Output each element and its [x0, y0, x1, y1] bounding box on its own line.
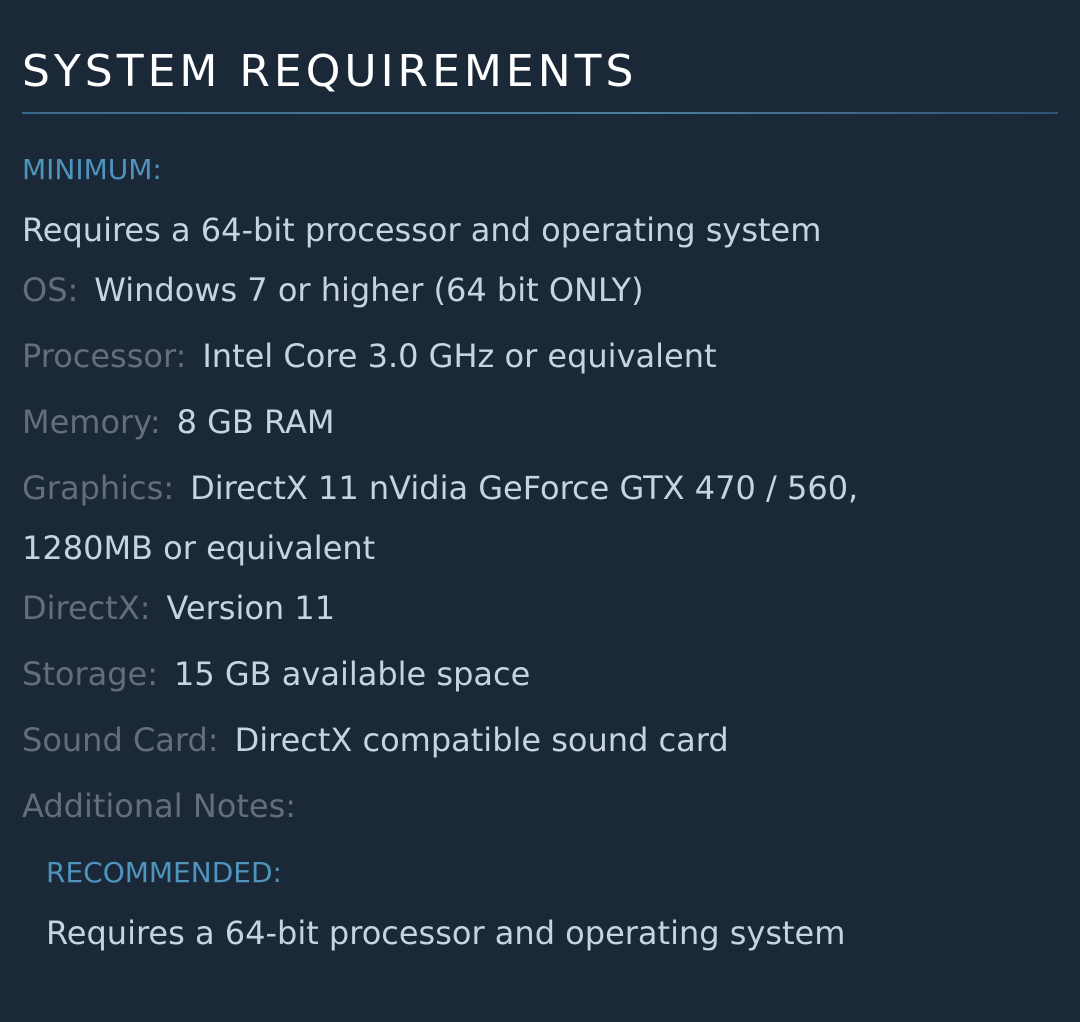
spec-row-os: OS: Windows 7 or higher (64 bit ONLY) [22, 268, 644, 312]
system-requirements-panel: SYSTEM REQUIREMENTS MINIMUM: Requires a … [0, 0, 1080, 1022]
spec-label-memory: Memory: [22, 403, 161, 441]
spec-label-graphics: Graphics: [22, 469, 175, 507]
spec-value-os: Windows 7 or higher (64 bit ONLY) [94, 271, 644, 309]
spec-label-sound-card: Sound Card: [22, 721, 219, 759]
spec-value-storage: 15 GB available space [173, 655, 531, 693]
spec-row-processor: Processor: Intel Core 3.0 GHz or equivale… [22, 334, 717, 378]
spec-label-storage: Storage: [22, 655, 158, 693]
spec-value-graphics-continued: 1280MB or equivalent [22, 529, 376, 567]
spec-row-storage: Storage: 15 GB available space [22, 652, 530, 696]
spec-value-memory: 8 GB RAM [176, 403, 335, 441]
spec-value-graphics: DirectX 11 nVidia GeForce GTX 470 / 560, [190, 469, 859, 507]
minimum-requirement-note: Requires a 64-bit processor and operatin… [22, 211, 822, 249]
spec-label-os: OS: [22, 271, 79, 309]
spec-value-directx: Version 11 [166, 589, 336, 627]
spec-label-additional-notes: Additional Notes: [22, 787, 297, 825]
spec-row-directx: DirectX: Version 11 [22, 586, 335, 630]
page-title: SYSTEM REQUIREMENTS [22, 46, 638, 97]
recommended-requirement-note: Requires a 64-bit processor and operatin… [46, 914, 846, 952]
spec-row-sound-card: Sound Card: DirectX compatible sound card [22, 718, 729, 762]
spec-label-directx: DirectX: [22, 589, 151, 627]
spec-value-processor: Intel Core 3.0 GHz or equivalent [202, 337, 717, 375]
spec-row-graphics: Graphics: DirectX 11 nVidia GeForce GTX 4… [22, 466, 858, 510]
spec-label-processor: Processor: [22, 337, 187, 375]
title-divider [22, 112, 1058, 114]
spec-value-sound-card: DirectX compatible sound card [234, 721, 729, 759]
recommended-section-label: RECOMMENDED: [46, 856, 282, 889]
spec-row-additional-notes: Additional Notes: [22, 784, 312, 828]
minimum-section-label: MINIMUM: [22, 153, 162, 186]
spec-row-memory: Memory: 8 GB RAM [22, 400, 334, 444]
